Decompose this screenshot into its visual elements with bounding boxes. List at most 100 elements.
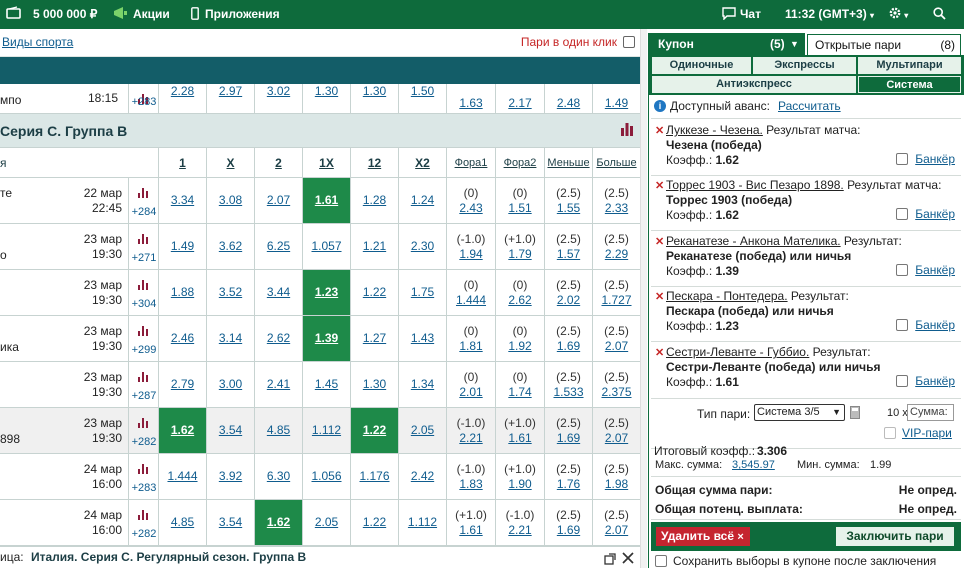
col-fora2[interactable]: Фора2	[495, 148, 544, 178]
remove-bet-icon[interactable]: ✕	[655, 179, 664, 192]
odd-value[interactable]: 1.98	[605, 477, 628, 492]
bet-event-link[interactable]: Сестри-Леванте - Губбио.	[666, 345, 809, 359]
odd-cell[interactable]: 1.34	[398, 362, 446, 407]
stats-cell[interactable]: +299	[128, 316, 158, 361]
odd-value[interactable]: 1.112	[408, 515, 437, 530]
odd-value[interactable]: 2.05	[315, 515, 338, 530]
odd-value[interactable]: 1.94	[459, 247, 482, 262]
odd-cell[interactable]: 2.62	[254, 316, 302, 361]
odd-value[interactable]: 2.46	[171, 331, 194, 346]
odd-cell[interactable]: 1.176	[350, 454, 398, 499]
remove-bet-icon[interactable]: ✕	[655, 124, 664, 137]
odd-cell[interactable]: 2.17	[495, 84, 544, 113]
odd-cell[interactable]: 3.54	[206, 500, 254, 545]
odd-cell[interactable]: (-1.0) 2.21	[495, 500, 544, 545]
odd-cell[interactable]: (2.5) 1.727	[592, 270, 640, 315]
gear-icon[interactable]: ▾	[888, 0, 908, 29]
odd-cell[interactable]: 1.22	[350, 270, 398, 315]
odd-cell[interactable]: (+1.0) 1.61	[495, 408, 544, 453]
tab-system[interactable]: Система	[858, 76, 961, 93]
odd-cell[interactable]: (2.5) 1.533	[544, 362, 592, 407]
odd-value[interactable]: 1.49	[171, 239, 194, 254]
odd-cell[interactable]: (-1.0) 1.83	[446, 454, 495, 499]
banker-checkbox[interactable]	[896, 153, 909, 165]
odd-value[interactable]: 2.62	[508, 293, 531, 308]
odd-cell[interactable]: (2.5) 1.57	[544, 224, 592, 269]
remove-bet-icon[interactable]: ✕	[655, 346, 664, 359]
odd-value[interactable]: 1.43	[411, 331, 434, 346]
one-click-toggle[interactable]: Пари в один клик	[521, 35, 635, 49]
stats-cell[interactable]: +304	[128, 270, 158, 315]
calculate-link[interactable]: Рассчитать	[778, 99, 841, 113]
odd-cell[interactable]: 1.24	[398, 178, 446, 223]
odd-value[interactable]: 1.056	[311, 469, 341, 484]
one-click-checkbox[interactable]	[623, 36, 635, 48]
odd-value[interactable]: 1.49	[605, 96, 628, 111]
odd-value[interactable]: 3.34	[171, 193, 194, 208]
more-markets[interactable]: +284	[129, 206, 159, 218]
odd-cell[interactable]: (-1.0) 1.94	[446, 224, 495, 269]
odd-cell[interactable]: 1.30	[302, 84, 350, 113]
odd-cell[interactable]: 1.112	[302, 408, 350, 453]
tab-open-bets[interactable]: Открытые пари (8)	[807, 34, 961, 55]
odd-value[interactable]: 1.444	[167, 469, 197, 484]
odd-cell[interactable]: 2.79	[158, 362, 206, 407]
odd-cell[interactable]: 4.85	[158, 500, 206, 545]
balance[interactable]: 5 000 000 ₽	[33, 0, 97, 29]
odd-value[interactable]: 2.02	[557, 293, 580, 308]
odd-cell[interactable]: 1.50	[398, 84, 446, 113]
more-markets[interactable]: +271	[129, 252, 159, 264]
odd-value[interactable]: 3.54	[219, 515, 242, 530]
odd-cell[interactable]: 1.23	[302, 270, 350, 315]
odd-value[interactable]: 1.61	[459, 523, 482, 538]
odd-cell[interactable]: 3.00	[206, 362, 254, 407]
odd-cell[interactable]: 2.42	[398, 454, 446, 499]
odd-value[interactable]: 1.112	[312, 423, 341, 438]
sports-link[interactable]: Виды спорта	[2, 35, 73, 49]
banker-toggle[interactable]: Банкёр	[896, 152, 955, 166]
odd-value[interactable]: 1.23	[315, 285, 338, 300]
odd-value[interactable]: 2.07	[605, 523, 628, 538]
odd-value[interactable]: 1.45	[315, 377, 338, 392]
odd-value[interactable]: 3.62	[219, 239, 242, 254]
odd-value[interactable]: 1.63	[459, 96, 482, 111]
odd-cell[interactable]: (2.5) 1.55	[544, 178, 592, 223]
odd-cell[interactable]: 1.444	[158, 454, 206, 499]
odd-value[interactable]: 2.28	[171, 84, 194, 99]
odd-cell[interactable]: 6.25	[254, 224, 302, 269]
more-markets[interactable]: +299	[129, 344, 159, 356]
odd-cell[interactable]: 1.62	[254, 500, 302, 545]
odd-value[interactable]: 6.25	[267, 239, 290, 254]
odd-value[interactable]: 1.69	[557, 431, 580, 446]
save-checkbox[interactable]	[655, 555, 667, 567]
odd-cell[interactable]: (0) 1.81	[446, 316, 495, 361]
odd-value[interactable]: 1.69	[557, 523, 580, 538]
odd-cell[interactable]: (2.5) 2.07	[592, 316, 640, 361]
odd-value[interactable]: 1.61	[508, 431, 531, 446]
odd-cell[interactable]: (2.5) 2.07	[592, 408, 640, 453]
odd-cell[interactable]: 3.92	[206, 454, 254, 499]
odd-cell[interactable]: 1.30	[350, 362, 398, 407]
odd-value[interactable]: 1.22	[363, 515, 386, 530]
chat-link[interactable]: Чат	[740, 0, 761, 29]
close-icon[interactable]	[622, 550, 634, 570]
odd-cell[interactable]: (-1.0) 2.21	[446, 408, 495, 453]
odd-cell[interactable]: 3.52	[206, 270, 254, 315]
odd-value[interactable]: 3.08	[219, 193, 242, 208]
col-2[interactable]: 2	[254, 148, 302, 178]
odd-cell[interactable]: (0) 2.01	[446, 362, 495, 407]
odd-value[interactable]: 2.48	[557, 96, 580, 111]
more-markets[interactable]: +282	[129, 436, 159, 448]
odd-cell[interactable]: 2.48	[544, 84, 592, 113]
odd-cell[interactable]: 1.056	[302, 454, 350, 499]
odd-cell[interactable]: (2.5) 2.29	[592, 224, 640, 269]
odd-value[interactable]: 3.54	[219, 423, 242, 438]
odd-value[interactable]: 1.62	[171, 423, 194, 438]
odd-value[interactable]: 1.727	[601, 293, 631, 308]
odd-value[interactable]: 2.41	[267, 377, 290, 392]
odd-cell[interactable]: 1.62	[158, 408, 206, 453]
odd-value[interactable]: 1.57	[557, 247, 580, 262]
tab-single[interactable]: Одиночные	[652, 57, 751, 74]
odd-cell[interactable]: 1.63	[446, 84, 495, 113]
odd-value[interactable]: 1.30	[363, 84, 386, 99]
